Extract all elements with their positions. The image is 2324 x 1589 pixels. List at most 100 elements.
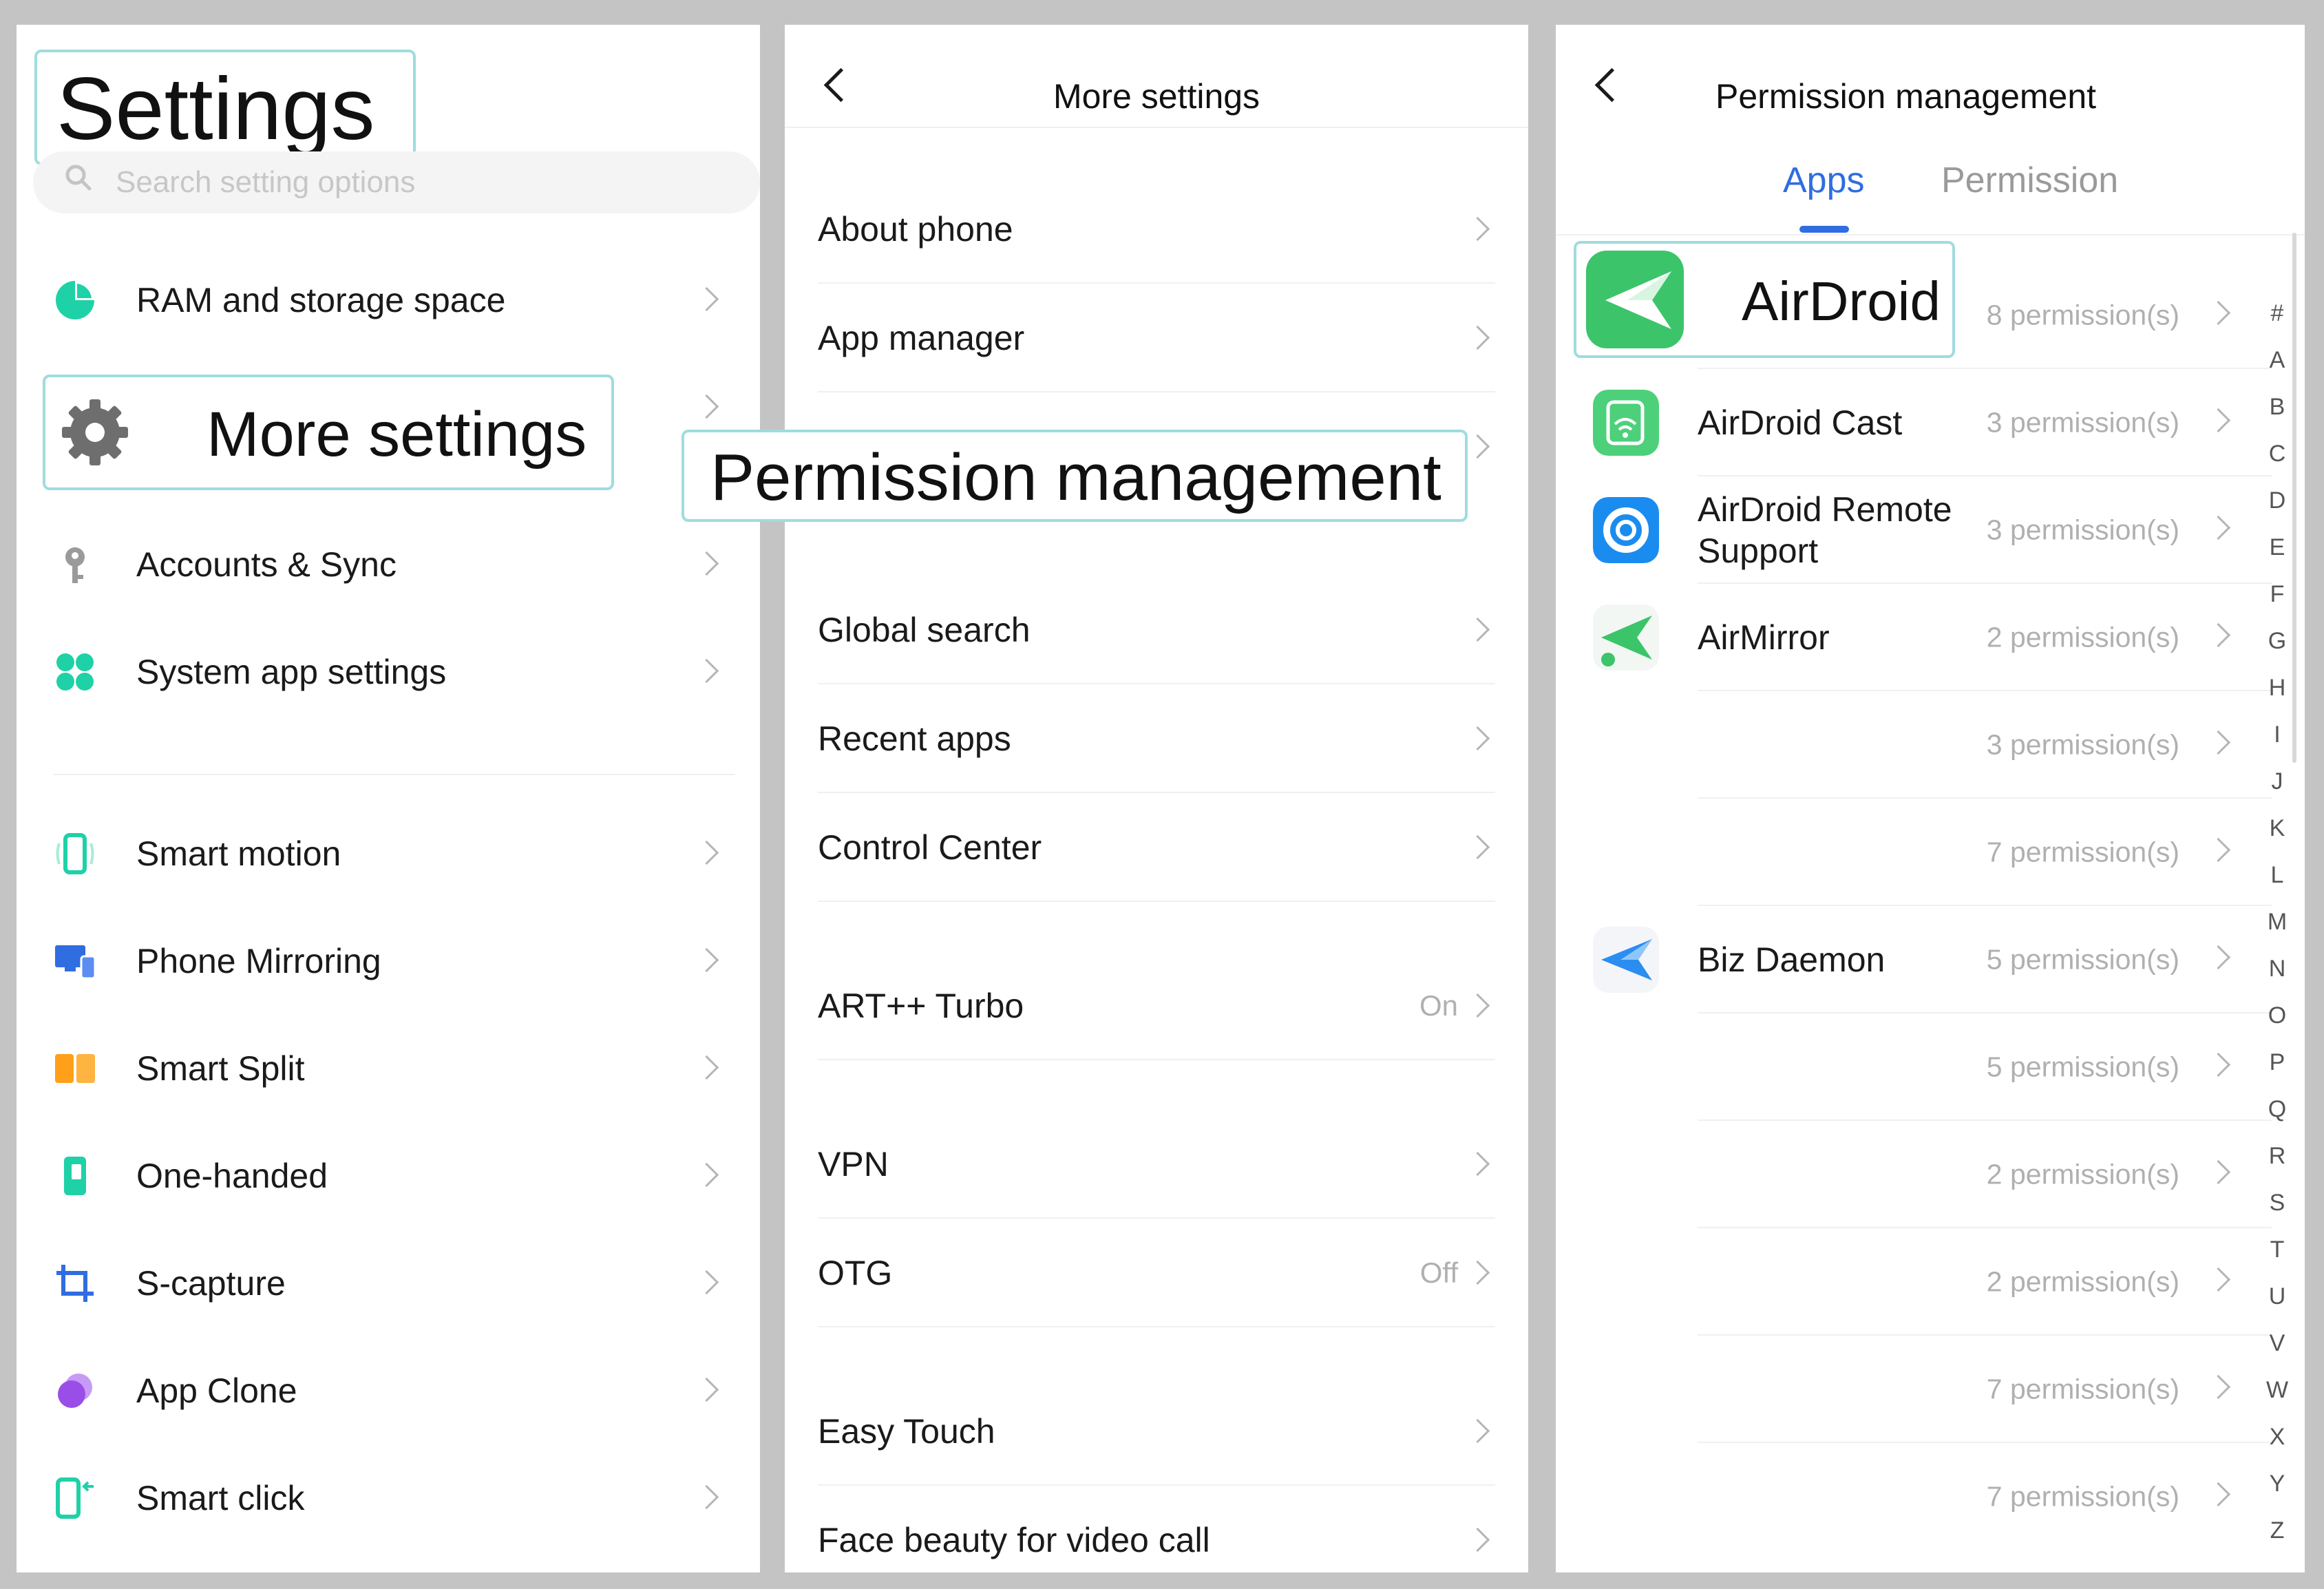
phone-motion-icon	[56, 833, 94, 874]
index-letter[interactable]: P	[2263, 1049, 2291, 1076]
menu-item-about-phone[interactable]: About phone	[785, 175, 1528, 284]
settings-item-smart-motion[interactable]: Smart motion	[17, 800, 760, 907]
settings-item-label: System app settings	[136, 653, 447, 691]
menu-item-label: VPN	[818, 1145, 889, 1183]
chevron-right-icon	[1465, 1151, 1490, 1177]
settings-item-label: Smart click	[136, 1479, 305, 1517]
index-letter[interactable]: T	[2263, 1237, 2291, 1263]
menu-item-vpn[interactable]: VPN	[785, 1110, 1528, 1219]
settings-item-one-handed[interactable]: One-handed	[17, 1122, 760, 1230]
menu-item-recent-apps[interactable]: Recent apps	[785, 684, 1528, 793]
settings-panel: Settings Search setting options RAM and …	[17, 25, 760, 1572]
menu-item-label: Easy Touch	[818, 1412, 995, 1451]
permission-count: 3 permission(s)	[1986, 514, 2179, 546]
index-letter[interactable]: O	[2263, 1002, 2291, 1029]
menu-item-face-beauty[interactable]: Face beauty for video call	[785, 1486, 1528, 1572]
index-letter[interactable]: D	[2263, 487, 2291, 514]
smart-click-icon	[56, 1477, 94, 1519]
index-letter[interactable]: Y	[2263, 1471, 2291, 1497]
index-letter[interactable]: J	[2263, 768, 2291, 795]
chevron-right-icon	[2206, 1482, 2231, 1507]
app-row[interactable]: 7 permission(s)	[1556, 1336, 2272, 1443]
menu-item-app-manager[interactable]: App manager	[785, 284, 1528, 392]
index-letter[interactable]: C	[2263, 441, 2291, 467]
app-row[interactable]: 3 permission(s)	[1556, 691, 2272, 799]
search-input[interactable]: Search setting options	[116, 165, 415, 200]
permission-count: 3 permission(s)	[1986, 406, 2179, 439]
chevron-right-icon	[2206, 1267, 2231, 1292]
index-letter[interactable]: L	[2263, 862, 2291, 889]
app-row-airmirror[interactable]: AirMirror 2 permission(s)	[1556, 584, 2272, 691]
index-letter[interactable]: Z	[2263, 1517, 2291, 1544]
app-row-biz-daemon[interactable]: Biz Daemon 5 permission(s)	[1556, 906, 2272, 1013]
search-icon	[65, 165, 92, 191]
menu-item-otg[interactable]: OTG Off	[785, 1219, 1528, 1327]
index-letter[interactable]: U	[2263, 1283, 2291, 1310]
app-row[interactable]: 5 permission(s)	[1556, 1013, 2272, 1121]
app-row-airdroid-remote-support[interactable]: AirDroid Remote Support 3 permission(s)	[1556, 476, 2272, 584]
back-arrow-icon[interactable]	[1594, 67, 1629, 103]
chevron-right-icon	[694, 1055, 719, 1080]
status-value: On	[1419, 989, 1458, 1022]
page-title: Permission management	[1715, 77, 2097, 116]
menu-item-art-turbo[interactable]: ART++ Turbo On	[785, 951, 1528, 1060]
settings-item-smart-split[interactable]: Smart Split	[17, 1015, 760, 1122]
more-settings-callout[interactable]: More settings	[43, 375, 614, 490]
chevron-right-icon	[2206, 408, 2231, 433]
permission-management-callout[interactable]: Permission management	[682, 430, 1468, 522]
settings-item-app-clone[interactable]: App Clone	[17, 1337, 760, 1444]
index-letter[interactable]: K	[2263, 815, 2291, 842]
one-handed-icon	[64, 1157, 86, 1195]
index-letter[interactable]: F	[2263, 581, 2291, 608]
menu-item-global-search[interactable]: Global search	[785, 576, 1528, 684]
active-tab-indicator	[1799, 226, 1849, 233]
settings-item-system-apps[interactable]: System app settings	[17, 618, 760, 726]
settings-item-phone-mirroring[interactable]: Phone Mirroring	[17, 907, 760, 1015]
settings-item-accounts[interactable]: Accounts & Sync	[17, 511, 760, 618]
settings-item-ram[interactable]: RAM and storage space	[17, 246, 760, 354]
index-letter[interactable]: R	[2263, 1143, 2291, 1170]
chevron-right-icon	[2206, 1374, 2231, 1400]
index-letter[interactable]: M	[2263, 909, 2291, 936]
menu-item-control-center[interactable]: Control Center	[785, 793, 1528, 902]
tab-permission[interactable]: Permission	[1941, 160, 2118, 201]
index-letter[interactable]: W	[2263, 1377, 2291, 1404]
settings-item-label: App Clone	[136, 1371, 297, 1410]
index-letter[interactable]: #	[2263, 300, 2291, 327]
app-row[interactable]: 2 permission(s)	[1556, 1228, 2272, 1336]
settings-item-smart-click[interactable]: Smart click	[17, 1444, 760, 1552]
index-letter[interactable]: Q	[2263, 1096, 2291, 1123]
settings-item-s-capture[interactable]: S-capture	[17, 1230, 760, 1337]
search-bar[interactable]: Search setting options	[33, 151, 760, 213]
index-letter[interactable]: B	[2263, 394, 2291, 421]
chevron-right-icon	[1465, 993, 1490, 1018]
index-letter[interactable]: X	[2263, 1424, 2291, 1451]
chevron-right-icon	[694, 551, 719, 576]
index-letter[interactable]: I	[2263, 722, 2291, 748]
airdroid-callout[interactable]: AirDroid	[1574, 241, 1955, 358]
settings-title: Settings	[56, 60, 375, 158]
app-row[interactable]: 7 permission(s)	[1556, 799, 2272, 906]
menu-item-easy-touch[interactable]: Easy Touch	[785, 1377, 1528, 1486]
index-letter[interactable]: H	[2263, 675, 2291, 702]
more-settings-label: More settings	[207, 399, 587, 470]
index-letter[interactable]: N	[2263, 956, 2291, 982]
permission-panel: Permission management Apps Permission 8 …	[1556, 25, 2305, 1572]
airmirror-app-icon	[1593, 604, 1659, 671]
index-letter[interactable]: V	[2263, 1330, 2291, 1357]
app-row-airdroid-cast[interactable]: AirDroid Cast 3 permission(s)	[1556, 369, 2272, 476]
chevron-right-icon	[694, 1377, 719, 1402]
row-divider	[818, 901, 1495, 902]
airdroid-cast-app-icon	[1593, 390, 1659, 456]
index-letter[interactable]: E	[2263, 534, 2291, 561]
index-letter[interactable]: S	[2263, 1190, 2291, 1217]
chevron-right-icon	[1465, 617, 1490, 642]
tab-apps[interactable]: Apps	[1783, 160, 1865, 201]
chevron-right-icon	[2206, 1052, 2231, 1077]
alphabet-index[interactable]: # A B C D E F G H I J K L M N O P Q R S …	[2261, 300, 2305, 1567]
index-letter[interactable]: G	[2263, 628, 2291, 655]
index-letter[interactable]: A	[2263, 347, 2291, 374]
app-row[interactable]: 7 permission(s)	[1556, 1443, 2272, 1550]
app-row[interactable]: 2 permission(s)	[1556, 1121, 2272, 1228]
chevron-right-icon	[2206, 515, 2231, 540]
